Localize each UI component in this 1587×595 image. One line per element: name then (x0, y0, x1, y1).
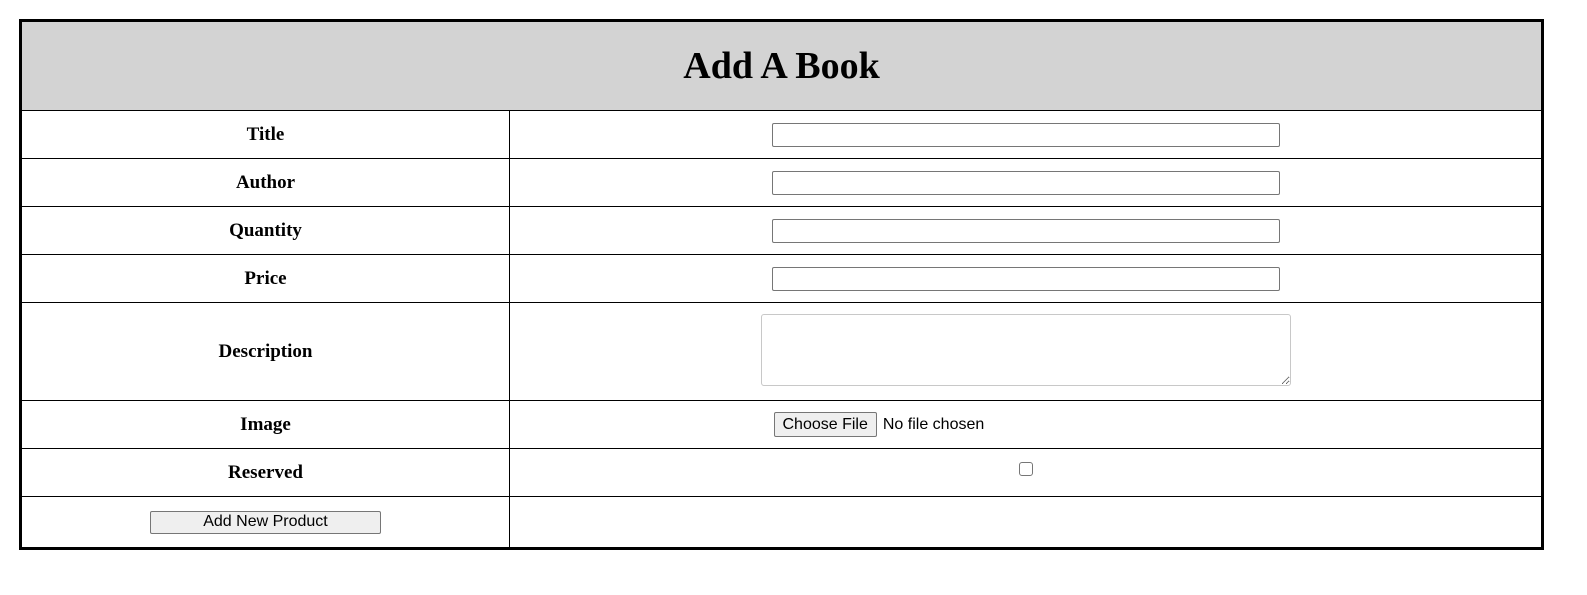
quantity-row: Quantity (22, 207, 1541, 255)
price-label: Price (22, 255, 510, 302)
form-title: Add A Book (683, 45, 880, 87)
reserved-checkbox[interactable] (1018, 461, 1033, 476)
reserved-label: Reserved (22, 449, 510, 496)
description-row: Description (22, 303, 1541, 401)
submit-row-empty-cell (510, 497, 1541, 547)
image-file-input: Choose File No file chosen (772, 412, 1280, 437)
title-row: Title (22, 111, 1541, 159)
reserved-row: Reserved (22, 449, 1541, 497)
price-row: Price (22, 255, 1541, 303)
form-header: Add A Book (22, 22, 1541, 111)
price-input[interactable] (771, 266, 1280, 291)
title-label: Title (22, 111, 510, 158)
image-row: Image Choose File No file chosen (22, 401, 1541, 449)
title-input[interactable] (771, 122, 1280, 147)
image-label: Image (22, 401, 510, 448)
submit-row: Add New Product (22, 497, 1541, 547)
choose-file-button[interactable]: Choose File (773, 412, 877, 437)
description-label: Description (22, 303, 510, 400)
quantity-input[interactable] (771, 218, 1280, 243)
file-status-text: No file chosen (882, 415, 985, 433)
quantity-label: Quantity (22, 207, 510, 254)
author-input[interactable] (771, 170, 1280, 195)
description-textarea[interactable] (760, 313, 1291, 386)
author-label: Author (22, 159, 510, 206)
add-new-product-button[interactable]: Add New Product (150, 510, 381, 534)
author-row: Author (22, 159, 1541, 207)
add-book-form: Add A Book Title Author Quantity Price D… (19, 19, 1544, 550)
